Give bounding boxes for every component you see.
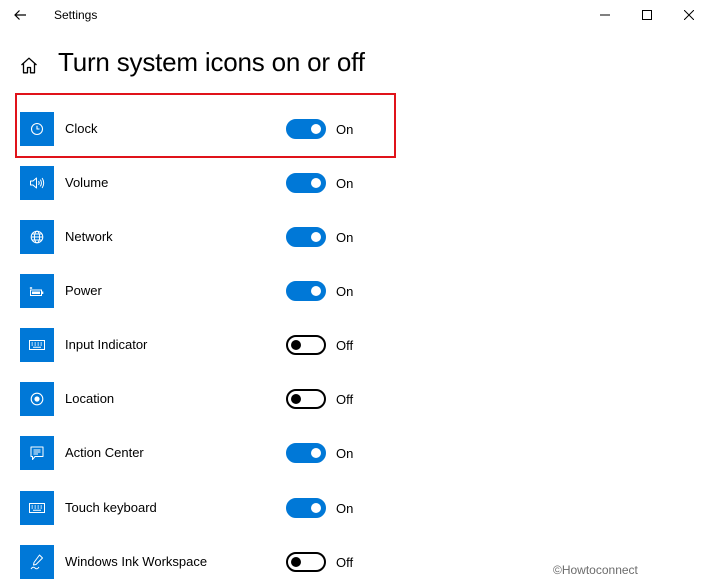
volume-tile xyxy=(20,166,54,200)
maximize-icon xyxy=(642,10,652,20)
network-toggle[interactable] xyxy=(286,227,326,247)
home-icon xyxy=(21,57,37,73)
close-button[interactable] xyxy=(666,0,705,30)
item-label: Network xyxy=(65,229,113,244)
list-item-network: Network On xyxy=(20,220,380,254)
list-item-touch-keyboard: Touch keyboard On xyxy=(20,491,380,525)
toggle-state: Off xyxy=(336,338,354,353)
toggle-state: On xyxy=(336,230,354,245)
list-item-volume: Volume On xyxy=(20,166,380,200)
item-label: Windows Ink Workspace xyxy=(65,554,208,569)
action-center-tile xyxy=(20,436,54,470)
page-title: Turn system icons on or off xyxy=(58,47,365,77)
item-label: Volume xyxy=(65,175,109,190)
list-item-windows-ink-workspace: Windows Ink Workspace Off xyxy=(20,545,380,579)
watermark: ©Howtoconnect xyxy=(553,563,638,577)
list-item-action-center: Action Center On xyxy=(20,436,380,470)
touch-keyboard-tile xyxy=(20,491,54,525)
windows-ink-workspace-toggle[interactable] xyxy=(286,552,326,572)
item-label: Touch keyboard xyxy=(65,500,157,515)
item-label: Input Indicator xyxy=(65,337,148,352)
toggle-knob xyxy=(311,503,321,513)
list-item-location: Location Off xyxy=(20,382,380,416)
maximize-button[interactable] xyxy=(624,0,670,30)
item-label: Action Center xyxy=(65,445,144,460)
home-button[interactable] xyxy=(18,54,40,76)
list-item-power: Power On xyxy=(20,274,380,308)
keyboard-icon xyxy=(29,503,45,513)
toggle-state: On xyxy=(336,446,354,461)
toggle-state: Off xyxy=(336,392,354,407)
toggle-knob xyxy=(291,394,301,404)
volume-icon xyxy=(30,177,45,189)
globe-icon xyxy=(30,230,44,244)
toggle-knob xyxy=(291,557,301,567)
windows-ink-tile xyxy=(20,545,54,579)
network-tile xyxy=(20,220,54,254)
toggle-knob xyxy=(311,448,321,458)
highlight-box xyxy=(15,93,396,158)
keyboard-icon xyxy=(29,340,45,350)
toggle-knob xyxy=(311,178,321,188)
location-toggle[interactable] xyxy=(286,389,326,409)
minimize-button[interactable] xyxy=(582,0,628,30)
power-tile xyxy=(20,274,54,308)
item-label: Location xyxy=(65,391,115,406)
action-center-icon xyxy=(30,446,44,460)
toggle-state: Off xyxy=(336,555,354,570)
action-center-toggle[interactable] xyxy=(286,443,326,463)
input-indicator-toggle[interactable] xyxy=(286,335,326,355)
toggle-knob xyxy=(311,286,321,296)
item-label: Power xyxy=(65,283,102,298)
title-bar: Settings xyxy=(0,0,705,30)
back-button[interactable] xyxy=(6,2,34,28)
arrow-left-icon xyxy=(14,10,26,20)
app-title: Settings xyxy=(54,8,98,22)
touch-keyboard-toggle[interactable] xyxy=(286,498,326,518)
list-item-input-indicator: Input Indicator Off xyxy=(20,328,380,362)
toggle-state: On xyxy=(336,284,354,299)
minimize-icon xyxy=(600,14,610,16)
battery-icon xyxy=(29,287,44,296)
toggle-state: On xyxy=(336,176,354,191)
pen-icon xyxy=(30,554,43,570)
toggle-state: On xyxy=(336,501,354,516)
toggle-knob xyxy=(291,340,301,350)
location-icon xyxy=(30,392,44,406)
location-tile xyxy=(20,382,54,416)
close-icon xyxy=(684,10,694,20)
volume-toggle[interactable] xyxy=(286,173,326,193)
toggle-knob xyxy=(311,232,321,242)
input-indicator-tile xyxy=(20,328,54,362)
power-toggle[interactable] xyxy=(286,281,326,301)
